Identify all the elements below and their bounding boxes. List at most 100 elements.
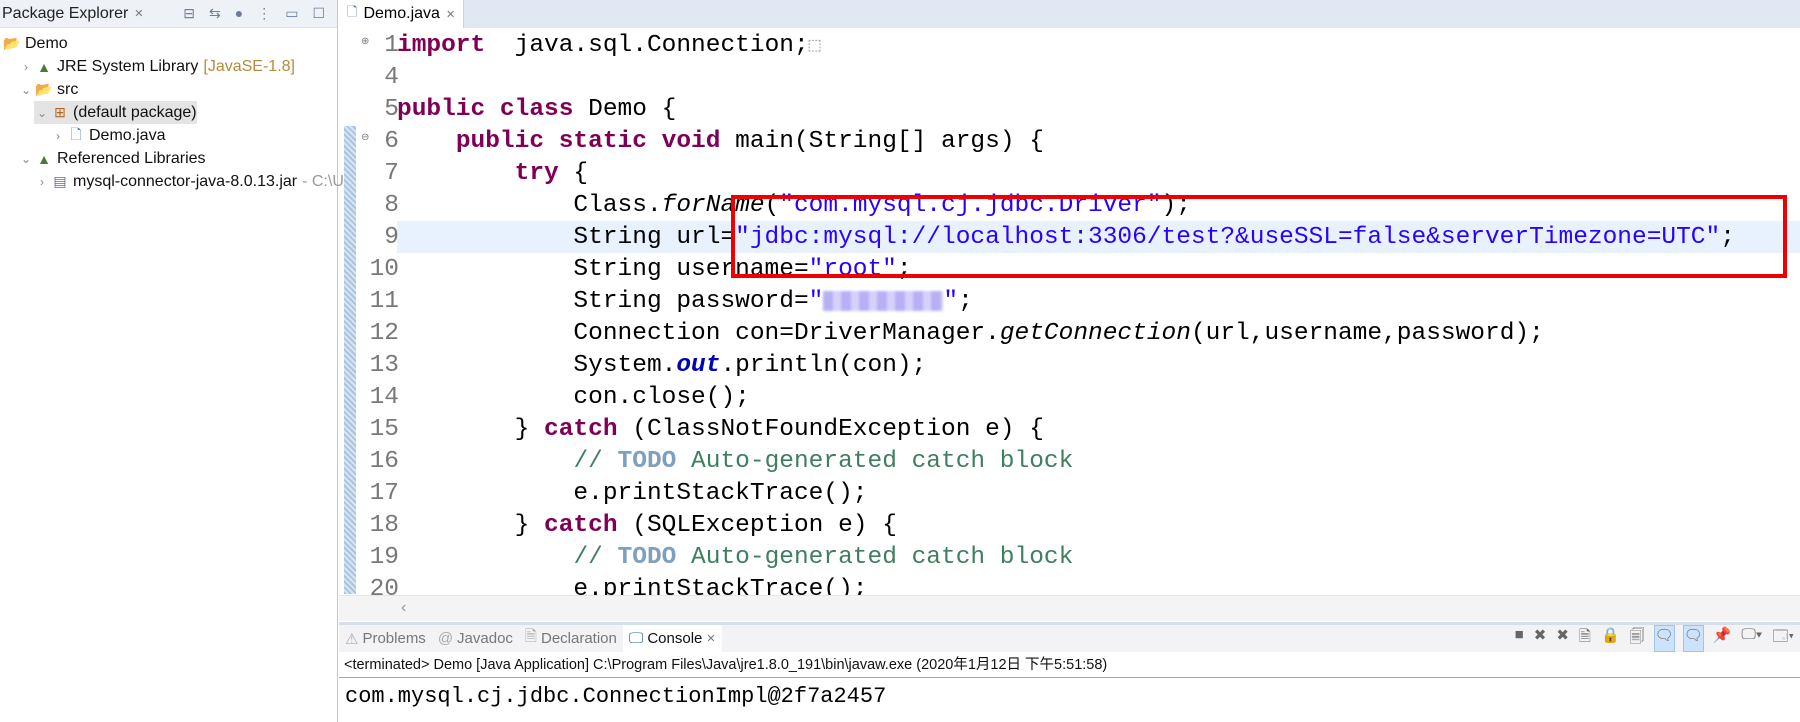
clear-console-icon[interactable]: 🗎	[1579, 626, 1591, 651]
code-line[interactable]: String username="root";	[397, 254, 912, 286]
code-line[interactable]: // TODO Auto-generated catch block	[397, 446, 1073, 478]
console-output[interactable]: com.mysql.cj.jdbc.ConnectionImpl@2f7a245…	[339, 678, 1800, 715]
token: }	[397, 416, 545, 443]
collapse-fold-icon[interactable]: ⊖	[361, 132, 369, 143]
token: String username=	[397, 256, 809, 283]
library-icon: ▲	[37, 58, 51, 75]
line-number: 9	[384, 224, 399, 251]
token: );	[1161, 192, 1191, 219]
tab-javadoc[interactable]: @ Javadoc	[432, 625, 519, 652]
tab-label: Declaration	[540, 630, 617, 647]
console-icon: 🖵	[628, 630, 644, 647]
token: .println(con);	[720, 352, 927, 379]
declaration-icon: 🗎	[524, 628, 537, 645]
code-line[interactable]: import java.sql.Connection;⬚	[397, 30, 821, 62]
problems-icon: ⚠	[345, 630, 359, 648]
chevron-right-icon[interactable]: ›	[18, 60, 34, 74]
code-line[interactable]: e.printStackTrace();	[397, 478, 867, 510]
open-console-icon[interactable]: 🗔▾	[1772, 626, 1794, 651]
tab-problems[interactable]: ⚠ Problems	[339, 625, 432, 652]
remove-launch-icon[interactable]: ✖	[1534, 626, 1547, 651]
token: ;	[896, 256, 912, 283]
token: String password=	[397, 288, 809, 315]
code-line[interactable]: String url="jdbc:mysql://localhost:3306/…	[397, 222, 1735, 254]
code-line[interactable]: System.out.println(con);	[397, 350, 926, 382]
tree-item[interactable]: 📂 Demo	[2, 32, 67, 55]
token-cm: Auto-generated catch block	[676, 448, 1074, 475]
tree-item[interactable]: ⌄ ▲ Referenced Libraries	[18, 147, 206, 170]
close-icon[interactable]: ✕	[134, 7, 143, 20]
filter-icon[interactable]: ●	[235, 5, 243, 22]
line-number: 14	[369, 384, 399, 411]
close-icon[interactable]: ✕	[446, 8, 455, 21]
code-line[interactable]: Connection con=DriverManager.getConnecti…	[397, 318, 1543, 350]
scroll-left-icon[interactable]: ‹	[401, 599, 406, 616]
scroll-lock-icon[interactable]: 🔒	[1601, 626, 1620, 651]
tab-package-explorer[interactable]: Package Explorer ✕	[0, 5, 144, 23]
remove-all-icon[interactable]: ✖	[1556, 626, 1569, 651]
token: }	[397, 512, 545, 539]
word-wrap-icon[interactable]: 🗐	[1630, 626, 1645, 651]
link-with-editor-icon[interactable]: ⇆	[209, 5, 221, 22]
line-number: 19	[369, 544, 399, 571]
close-icon[interactable]: ✕	[706, 632, 715, 645]
token-kw: class	[499, 96, 574, 123]
line-number: 4	[384, 64, 399, 91]
folded-imports-marker[interactable]: ⬚	[809, 35, 821, 58]
line-number: 10	[369, 256, 399, 283]
token-str: "com.mysql.cj.jdbc.Driver"	[779, 192, 1162, 219]
code-line[interactable]: } catch (SQLException e) {	[397, 510, 897, 542]
code-line[interactable]: // TODO Auto-generated catch block	[397, 542, 1073, 574]
token-kw: catch	[544, 512, 618, 539]
token-kw: catch	[544, 416, 618, 443]
token: main(String[] args) {	[720, 128, 1044, 155]
code-line[interactable]: try {	[397, 158, 589, 190]
horizontal-scrollbar[interactable]: ‹	[339, 595, 1800, 621]
show-on-stdout-icon[interactable]: 🗨	[1653, 625, 1675, 652]
chevron-right-icon[interactable]: ›	[34, 175, 50, 189]
token: Connection con=DriverManager.	[397, 320, 1000, 347]
code-line[interactable]: } catch (ClassNotFoundException e) {	[397, 414, 1044, 446]
tab-declaration[interactable]: 🗎 Declaration	[519, 625, 623, 652]
redacted-password	[823, 290, 944, 311]
tree-item[interactable]: › 🗋 Demo.java	[50, 124, 165, 147]
code-line[interactable]: public class Demo {	[397, 94, 676, 126]
line-number: 17	[369, 480, 399, 507]
package-explorer: Package Explorer ✕ ⊟ ⇆ ● ⋮ ▭ ☐ 📂 Demo › ▲ JRE…	[0, 0, 344, 722]
token: ;	[1720, 224, 1735, 251]
terminate-icon[interactable]: ■	[1515, 626, 1524, 651]
tree-item[interactable]: › ▲ JRE System Library [JavaSE-1.8]	[18, 55, 295, 78]
view-menu-icon[interactable]: ⋮	[257, 5, 271, 22]
chevron-right-icon[interactable]: ›	[50, 129, 66, 143]
tree-item[interactable]: ⌄ 📂 src	[18, 78, 78, 101]
maximize-icon[interactable]: ☐	[312, 5, 325, 22]
code-line[interactable]: String password=" ";	[397, 286, 973, 318]
line-number: 12	[369, 320, 399, 347]
token-it: forName	[661, 192, 765, 219]
show-on-stderr-icon[interactable]: 🗨	[1682, 625, 1704, 652]
launch-status: <terminated> Demo [Java Application] C:\…	[339, 652, 1800, 678]
code-line[interactable]: public static void main(String[] args) {	[397, 126, 1044, 158]
display-console-icon[interactable]: 🖵▾	[1741, 626, 1762, 651]
token: ;	[958, 288, 973, 315]
chevron-down-icon[interactable]: ⌄	[18, 83, 34, 97]
collapse-all-icon[interactable]: ⊟	[183, 5, 195, 22]
token-cm: //	[573, 448, 618, 475]
tree-item[interactable]: ⌄ ⊞ (default package)	[34, 101, 197, 124]
code-line[interactable]: con.close();	[397, 382, 749, 414]
pin-console-icon[interactable]: 📌	[1713, 626, 1732, 651]
tab-console[interactable]: 🖵 Console ✕	[622, 625, 722, 652]
minimize-icon[interactable]: ▭	[285, 5, 298, 22]
tree-item[interactable]: › ▤ mysql-connector-java-8.0.13.jar - C:\U	[34, 170, 344, 193]
chevron-down-icon[interactable]: ⌄	[34, 106, 50, 120]
expand-fold-icon[interactable]: ⊕	[361, 36, 369, 47]
jar-icon: ▤	[53, 173, 67, 189]
token: (	[764, 192, 780, 219]
chevron-down-icon[interactable]: ⌄	[18, 152, 34, 166]
line-number: 18	[369, 512, 399, 539]
code-line[interactable]: Class.forName("com.mysql.cj.jdbc.Driver"…	[397, 190, 1191, 222]
tab-demo-java[interactable]: 🗋 Demo.java ✕	[339, 0, 465, 28]
line-number: 1	[384, 32, 399, 59]
